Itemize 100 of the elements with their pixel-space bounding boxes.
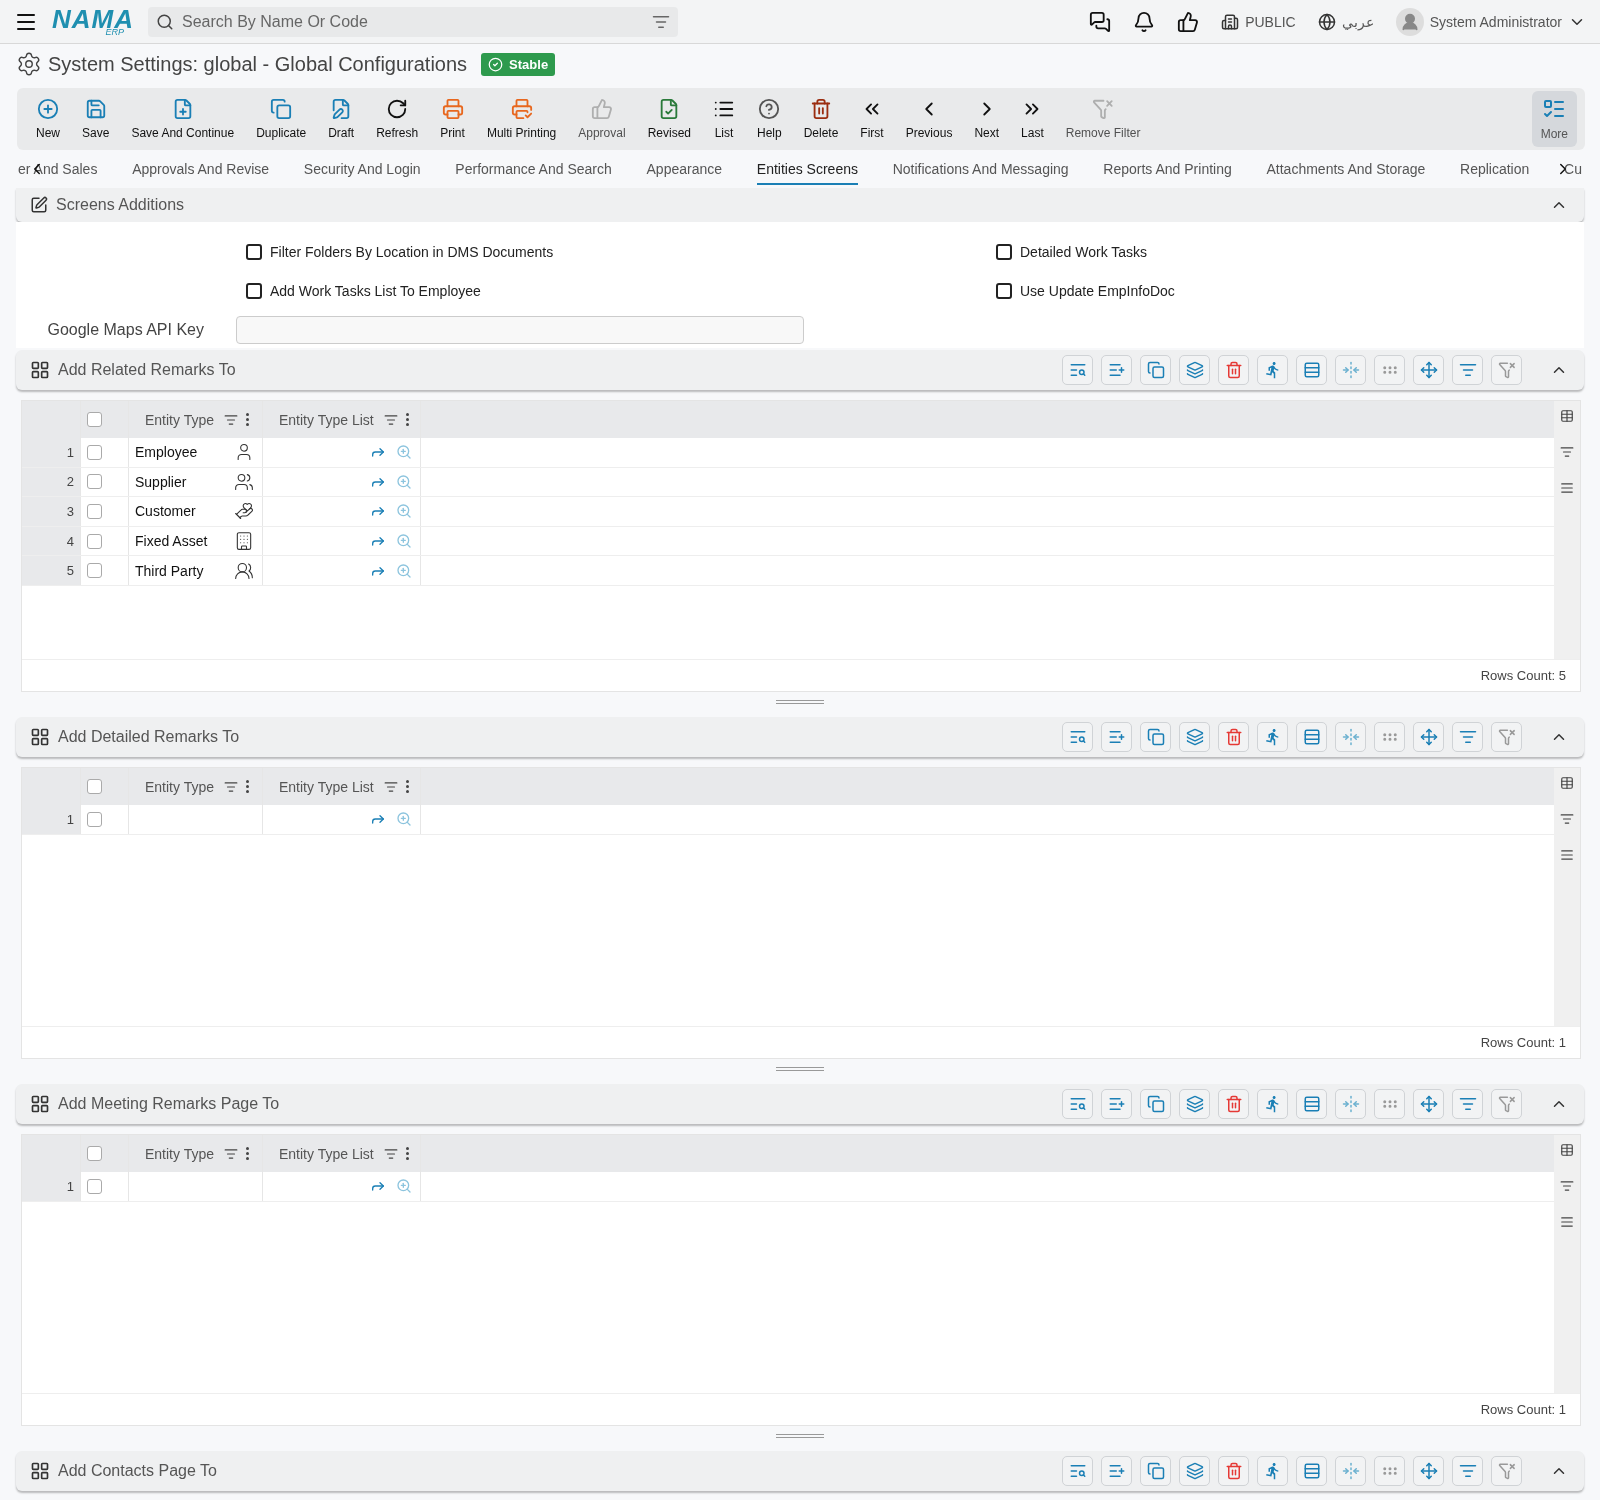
row-checkbox[interactable] bbox=[87, 533, 102, 549]
tab[interactable]: Appearance bbox=[646, 153, 723, 185]
column-header[interactable]: Entity Type bbox=[145, 411, 214, 428]
toolbar-button[interactable]: List bbox=[702, 94, 746, 144]
filter-icon[interactable] bbox=[1560, 1179, 1574, 1193]
api-key-field[interactable] bbox=[236, 316, 804, 344]
copy-button[interactable] bbox=[1140, 355, 1171, 385]
filter-button[interactable] bbox=[1452, 1456, 1483, 1486]
tab[interactable]: Notifications And Messaging bbox=[892, 153, 1069, 185]
filter-icon[interactable] bbox=[224, 779, 238, 794]
filter-icon[interactable] bbox=[383, 779, 398, 794]
running-button[interactable] bbox=[1257, 1089, 1288, 1119]
move-button[interactable] bbox=[1413, 355, 1444, 385]
tab[interactable]: Cu bbox=[1564, 153, 1582, 185]
tab[interactable]: Reports And Printing bbox=[1103, 153, 1232, 185]
trash-button[interactable] bbox=[1218, 1089, 1249, 1119]
rows-button[interactable] bbox=[1296, 1456, 1327, 1486]
search-list-button[interactable] bbox=[1062, 1456, 1093, 1486]
select-all-checkbox[interactable] bbox=[87, 412, 102, 427]
search-list-button[interactable] bbox=[1062, 355, 1093, 385]
dots-button[interactable] bbox=[1374, 1089, 1405, 1119]
rows-button[interactable] bbox=[1296, 722, 1327, 752]
dots-button[interactable] bbox=[1374, 355, 1405, 385]
tab[interactable]: Approvals And Revise bbox=[132, 153, 270, 185]
row-checkbox[interactable] bbox=[87, 474, 102, 490]
toolbar-button[interactable]: Revised bbox=[636, 94, 702, 144]
layers-button[interactable] bbox=[1179, 1089, 1210, 1119]
row-checkbox[interactable] bbox=[87, 811, 102, 827]
select-all-checkbox[interactable] bbox=[87, 779, 102, 794]
row-checkbox[interactable] bbox=[87, 504, 102, 519]
toolbar-button[interactable]: Previous bbox=[894, 94, 964, 144]
checkbox[interactable] bbox=[996, 244, 1012, 260]
filter-button[interactable] bbox=[1452, 1089, 1483, 1119]
trash-button[interactable] bbox=[1218, 355, 1249, 385]
layers-button[interactable] bbox=[1179, 355, 1210, 385]
filter-off-button[interactable] bbox=[1491, 722, 1522, 752]
globe-icon[interactable] bbox=[1317, 12, 1336, 31]
toolbar-button[interactable]: Duplicate bbox=[245, 94, 318, 144]
filter-icon[interactable] bbox=[224, 1146, 238, 1161]
move-button[interactable] bbox=[1413, 1456, 1444, 1486]
tab[interactable]: Entities Screens bbox=[756, 153, 858, 185]
kebab-icon[interactable] bbox=[246, 1147, 249, 1160]
toolbar-button[interactable]: Delete bbox=[792, 94, 850, 144]
filter-icon[interactable] bbox=[1560, 445, 1574, 459]
more-button[interactable]: More bbox=[1531, 91, 1577, 147]
checkbox[interactable] bbox=[996, 283, 1012, 299]
select-all-checkbox[interactable] bbox=[87, 1146, 102, 1161]
dots-button[interactable] bbox=[1374, 1456, 1405, 1486]
trash-button[interactable] bbox=[1218, 722, 1249, 752]
filter-button[interactable] bbox=[1452, 722, 1483, 752]
resize-handle[interactable] bbox=[776, 700, 824, 704]
tab[interactable]: Attachments And Storage bbox=[1266, 153, 1426, 185]
row-checkbox[interactable] bbox=[87, 563, 102, 579]
dots-button[interactable] bbox=[1374, 722, 1405, 752]
layers-button[interactable] bbox=[1179, 1456, 1210, 1486]
kebab-icon[interactable] bbox=[405, 780, 409, 793]
trash-button[interactable] bbox=[1218, 1456, 1249, 1486]
column-header[interactable]: Entity Type List bbox=[279, 778, 374, 795]
filter-button[interactable] bbox=[1452, 355, 1483, 385]
list-plus-button[interactable] bbox=[1101, 722, 1132, 752]
toolbar-button[interactable]: First bbox=[849, 94, 895, 144]
checkbox[interactable] bbox=[246, 244, 262, 260]
kebab-icon[interactable] bbox=[246, 413, 249, 426]
copy-button[interactable] bbox=[1140, 1456, 1171, 1486]
column-header[interactable]: Entity Type List bbox=[279, 411, 374, 428]
user-name[interactable]: System Administrator bbox=[1429, 13, 1562, 30]
toolbar-button[interactable]: Next bbox=[963, 94, 1011, 144]
table-icon[interactable] bbox=[1560, 776, 1574, 790]
chat-icon[interactable] bbox=[1089, 10, 1112, 33]
toolbar-button[interactable]: Help bbox=[746, 94, 793, 144]
search-list-button[interactable] bbox=[1062, 1089, 1093, 1119]
running-button[interactable] bbox=[1257, 355, 1288, 385]
toolbar-button[interactable]: Save And Continue bbox=[120, 94, 246, 144]
toolbar-button[interactable]: New bbox=[25, 94, 71, 144]
filter-icon[interactable] bbox=[383, 412, 398, 427]
toolbar-button[interactable]: Print bbox=[429, 94, 476, 144]
list-plus-button[interactable] bbox=[1101, 1456, 1132, 1486]
running-button[interactable] bbox=[1257, 1456, 1288, 1486]
copy-button[interactable] bbox=[1140, 1089, 1171, 1119]
search-list-button[interactable] bbox=[1062, 722, 1093, 752]
copy-button[interactable] bbox=[1140, 722, 1171, 752]
rows-button[interactable] bbox=[1296, 1089, 1327, 1119]
toolbar-button[interactable]: Save bbox=[71, 94, 121, 144]
filter-off-button[interactable] bbox=[1491, 1456, 1522, 1486]
move-button[interactable] bbox=[1413, 722, 1444, 752]
kebab-icon[interactable] bbox=[405, 413, 409, 426]
filter-icon[interactable] bbox=[383, 1146, 398, 1161]
list-plus-button[interactable] bbox=[1101, 355, 1132, 385]
column-header[interactable]: Entity Type bbox=[145, 1145, 214, 1162]
company-name[interactable]: PUBLIC bbox=[1245, 13, 1296, 30]
resize-handle[interactable] bbox=[776, 1067, 824, 1071]
toolbar-button[interactable]: Multi Printing bbox=[475, 94, 568, 144]
filter-off-button[interactable] bbox=[1491, 1089, 1522, 1119]
checkbox[interactable] bbox=[246, 283, 262, 299]
building-icon[interactable] bbox=[1221, 12, 1240, 31]
table-icon[interactable] bbox=[1560, 1143, 1574, 1157]
layers-button[interactable] bbox=[1179, 722, 1210, 752]
tab[interactable]: Performance And Search bbox=[455, 153, 612, 185]
filter-icon[interactable] bbox=[1560, 812, 1574, 826]
row-checkbox[interactable] bbox=[87, 444, 102, 460]
